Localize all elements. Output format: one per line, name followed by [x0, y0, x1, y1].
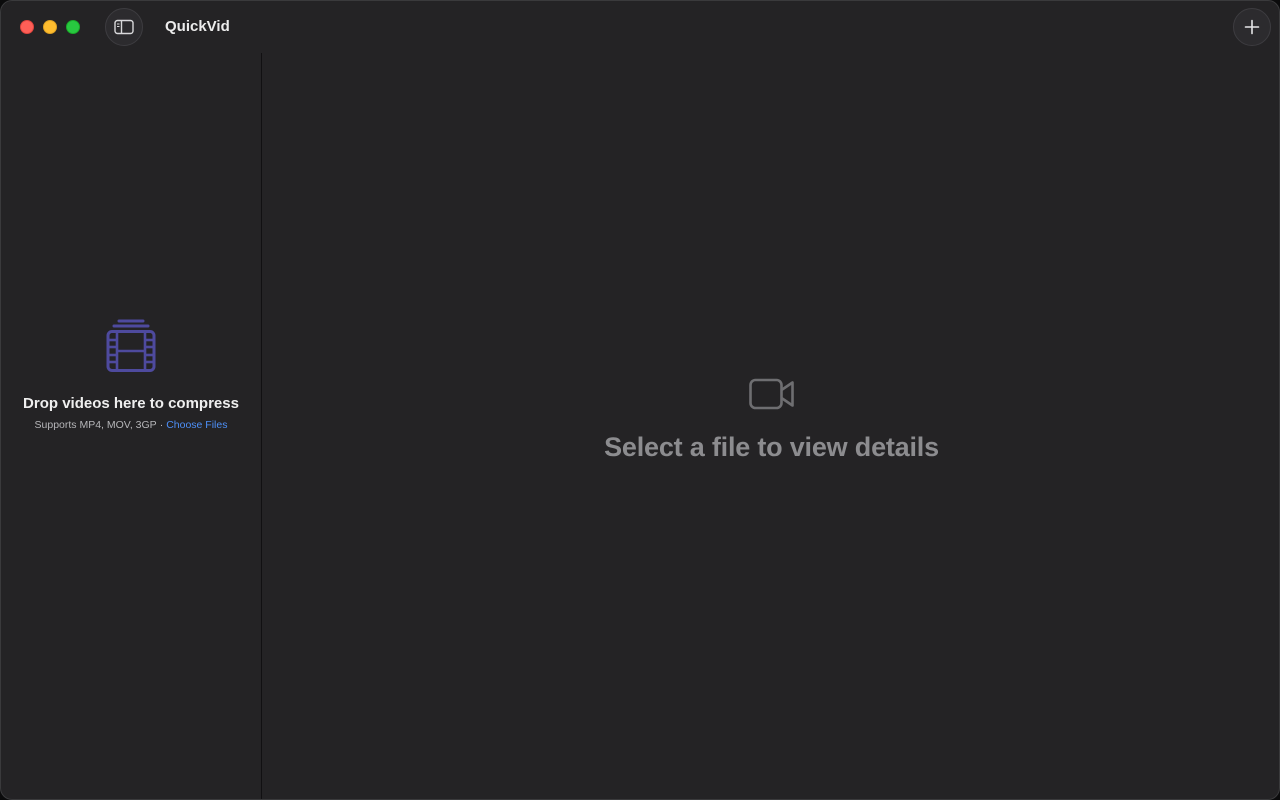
- choose-files-link[interactable]: Choose Files: [166, 419, 227, 431]
- zoom-button[interactable]: [66, 20, 80, 34]
- empty-state: Select a file to view details: [262, 377, 1279, 463]
- detail-pane: Select a file to view details: [262, 53, 1279, 799]
- separator-dot: ·: [159, 419, 164, 431]
- empty-state-message: Select a file to view details: [604, 432, 939, 462]
- drop-zone-title: Drop videos here to compress: [23, 395, 239, 412]
- close-button[interactable]: [20, 20, 34, 34]
- drop-zone-subtitle: Supports MP4, MOV, 3GP · Choose Files: [1, 418, 261, 432]
- add-file-button[interactable]: [1233, 8, 1271, 46]
- video-camera-icon: [748, 378, 794, 410]
- app-title: QuickVid: [165, 18, 230, 35]
- app-window: QuickVid Drop videos here to compress Su…: [0, 0, 1280, 800]
- minimize-button[interactable]: [43, 20, 57, 34]
- supported-formats-text: Supports MP4, MOV, 3GP: [34, 419, 157, 431]
- sidebar-toggle-button[interactable]: [105, 8, 143, 46]
- sidebar-toggle-icon: [114, 19, 134, 35]
- drop-zone[interactable]: Drop videos here to compress Supports MP…: [1, 319, 261, 432]
- plus-icon: [1244, 19, 1260, 35]
- film-stack-icon: [106, 319, 156, 372]
